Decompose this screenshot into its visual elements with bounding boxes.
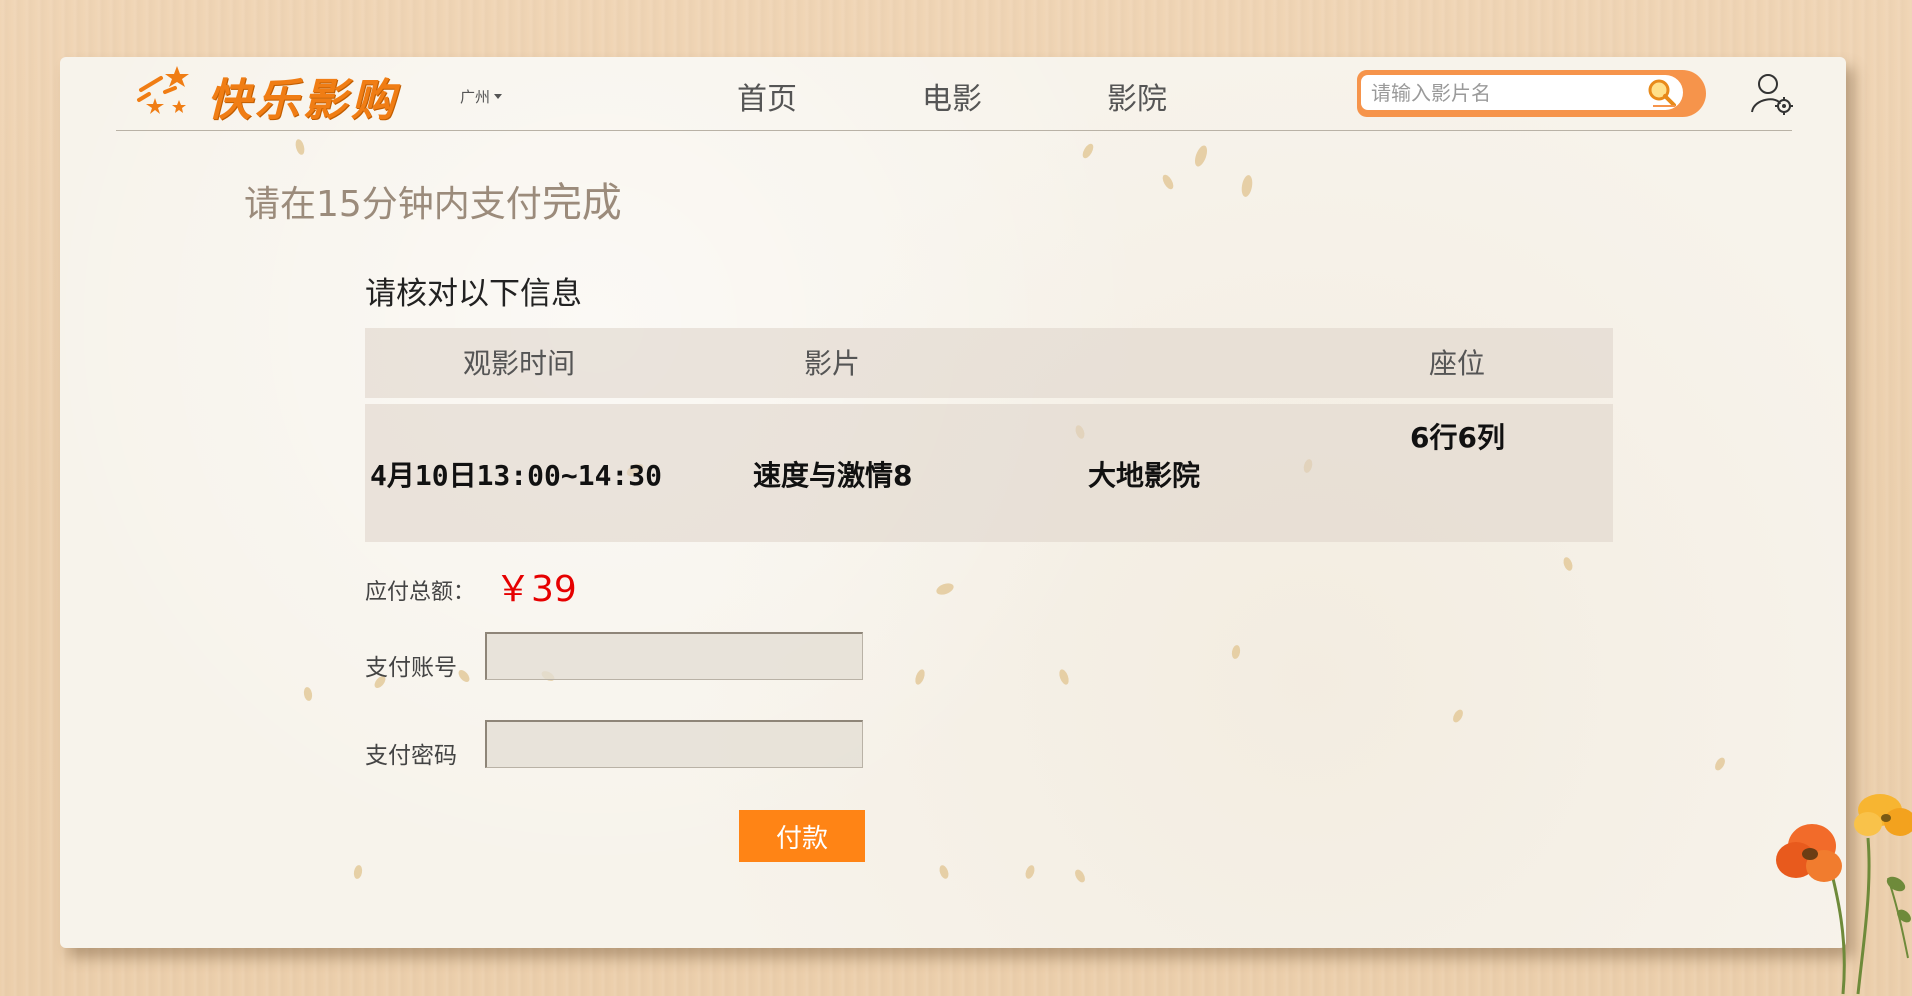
account-input[interactable] bbox=[485, 632, 863, 680]
leaf-decoration bbox=[456, 668, 472, 684]
leaf-decoration bbox=[1713, 755, 1727, 773]
poppy-flower-icon bbox=[1776, 794, 1912, 995]
cell-showtime: 4月10日13:00~14:30 bbox=[370, 459, 663, 492]
caret-down-icon bbox=[494, 94, 503, 99]
leaf-decoration bbox=[937, 864, 951, 880]
leaf-decoration bbox=[302, 686, 314, 702]
total-label: 应付总额： bbox=[365, 580, 476, 605]
logo-text: 快乐影购 bbox=[207, 75, 399, 126]
order-table-header: 观影时间 影片 座位 bbox=[365, 328, 1613, 398]
city-label: 广州 bbox=[460, 88, 491, 106]
password-label: 支付密码 bbox=[365, 743, 457, 769]
password-input[interactable] bbox=[485, 720, 863, 768]
section-title: 请核对以下信息 bbox=[365, 276, 582, 312]
nav-cinemas[interactable]: 影院 bbox=[1107, 74, 1167, 118]
header-seat: 座位 bbox=[1429, 347, 1486, 380]
leaf-decoration bbox=[1451, 707, 1465, 725]
leaf-decoration bbox=[1230, 644, 1242, 660]
leaf-decoration bbox=[352, 864, 364, 880]
leaf-decoration bbox=[1073, 867, 1087, 885]
leaf-decoration bbox=[1192, 143, 1210, 169]
leaf-decoration bbox=[913, 668, 927, 686]
leaf-decoration bbox=[1561, 556, 1575, 572]
header-time: 观影时间 bbox=[463, 347, 576, 380]
total-amount: ￥39 bbox=[495, 569, 577, 610]
nav-home[interactable]: 首页 bbox=[737, 74, 797, 118]
leaf-decoration bbox=[934, 581, 956, 597]
cell-seat: 6行6列 bbox=[1410, 421, 1505, 454]
pay-button[interactable]: 付款 bbox=[739, 810, 865, 862]
leaf-decoration bbox=[1080, 142, 1096, 160]
city-selector[interactable]: 广州 bbox=[460, 86, 503, 107]
cell-cinema: 大地影院 bbox=[1088, 459, 1201, 492]
cell-movie: 速度与激情8 bbox=[753, 459, 913, 492]
magnifier-icon[interactable] bbox=[1647, 78, 1677, 108]
nav-movies[interactable]: 电影 bbox=[922, 74, 982, 118]
search-input[interactable] bbox=[1361, 75, 1683, 110]
payment-deadline-prefix: 请在15分钟内支付 bbox=[244, 184, 542, 225]
leaf-decoration bbox=[1240, 174, 1254, 198]
user-settings-icon[interactable] bbox=[1748, 70, 1796, 118]
leaf-decoration bbox=[1023, 864, 1037, 880]
leaf-decoration bbox=[1160, 173, 1176, 191]
order-table-row: 4月10日13:00~14:30 速度与激情8 大地影院 6行6列 bbox=[365, 404, 1613, 542]
stars-logo-icon bbox=[137, 66, 189, 114]
account-label: 支付账号 bbox=[365, 655, 457, 681]
leaf-decoration bbox=[294, 138, 306, 156]
payment-deadline-title: 请在15分钟内支付完成 bbox=[244, 170, 622, 228]
header-divider bbox=[116, 130, 1792, 131]
payment-deadline-suffix: 完成 bbox=[541, 180, 622, 226]
search-box bbox=[1357, 70, 1706, 117]
header-movie: 影片 bbox=[804, 347, 861, 380]
site-logo[interactable]: 快乐影购 bbox=[135, 60, 415, 126]
leaf-decoration bbox=[1057, 668, 1071, 686]
